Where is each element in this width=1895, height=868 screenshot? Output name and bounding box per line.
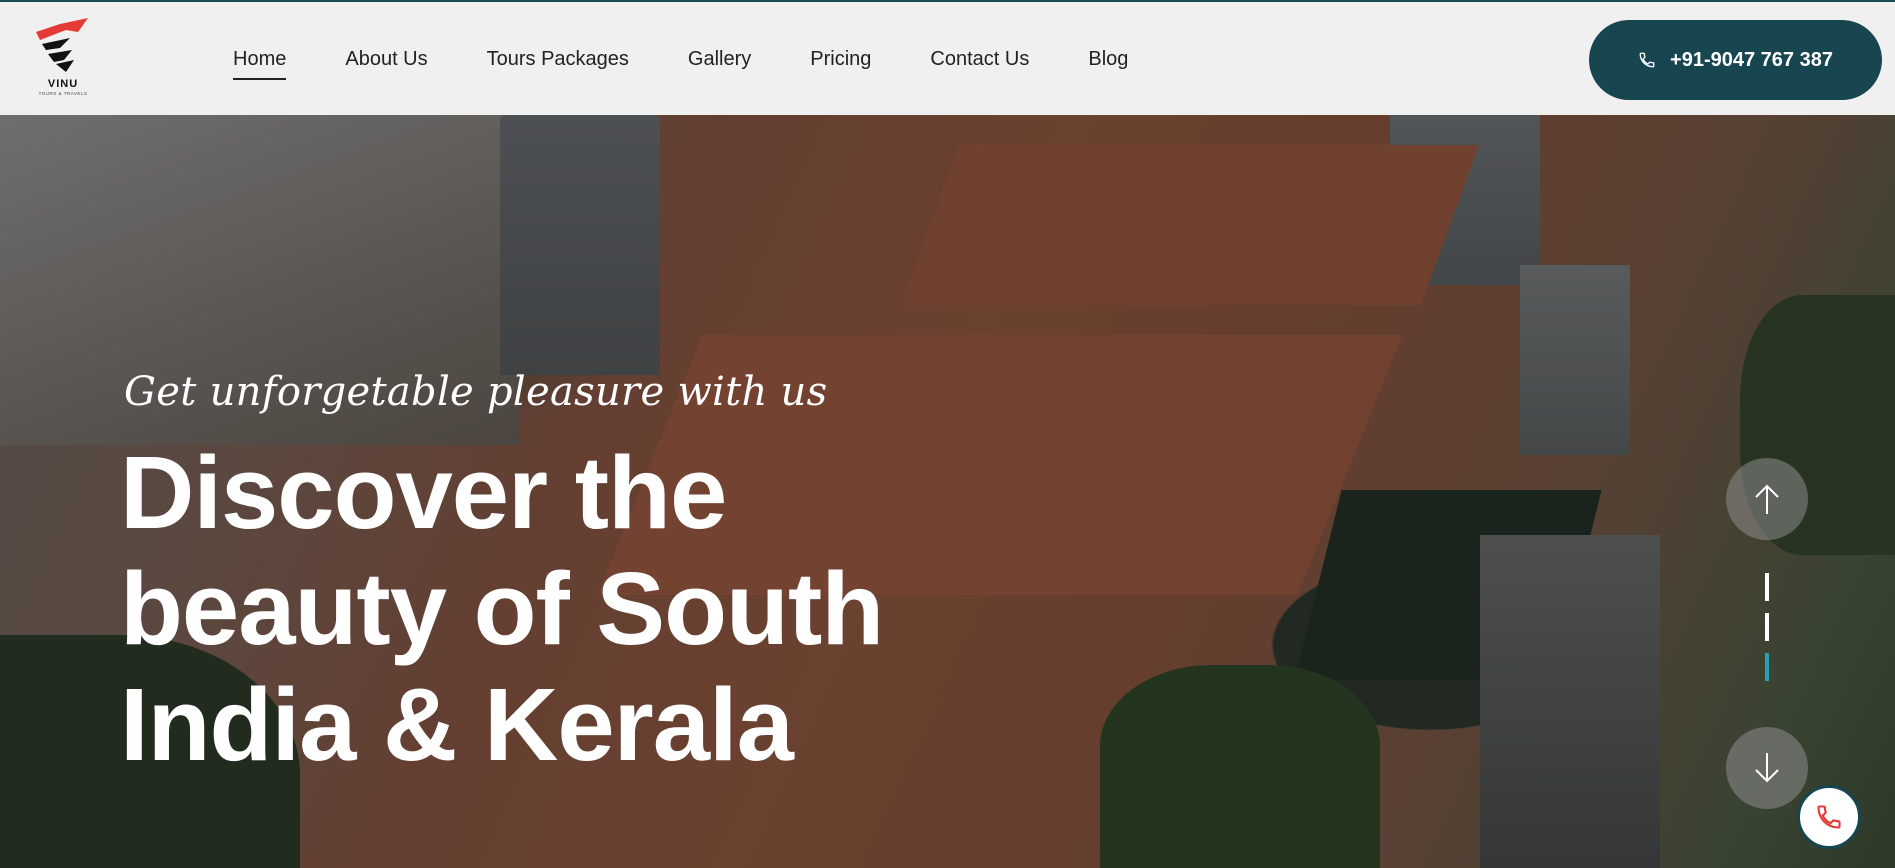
nav-item-gallery[interactable]: Gallery (688, 38, 751, 81)
hero-section: Get unforgetable pleasure with us Discov… (0, 115, 1895, 868)
nav-item-about-us[interactable]: About Us (345, 38, 427, 81)
phone-button[interactable]: +91-9047 767 387 (1589, 20, 1882, 100)
slide-prev-button[interactable] (1726, 458, 1808, 540)
hero-headline-line: Discover the (120, 435, 727, 550)
slide-indicator[interactable] (1765, 613, 1769, 641)
phone-icon (1639, 52, 1655, 68)
arrow-up-icon (1755, 484, 1779, 514)
arrow-down-icon (1755, 753, 1779, 783)
nav-item-home[interactable]: Home (233, 38, 287, 81)
hero-headline: Discover the beauty of South India & Ker… (120, 435, 1020, 783)
site-header: VINU TOURS & TRAVELS Home About Us Tours… (0, 0, 1895, 115)
nav-item-tours-packages[interactable]: Tours Packages (487, 38, 629, 81)
hero-tagline: Get unforgetable pleasure with us (124, 369, 828, 415)
brand-logo[interactable]: VINU TOURS & TRAVELS (30, 16, 96, 102)
nav-item-blog[interactable]: Blog (1088, 38, 1128, 81)
slide-indicator-active[interactable] (1765, 653, 1769, 681)
nav-item-pricing[interactable]: Pricing (810, 38, 871, 81)
main-nav: Home About Us Tours Packages Gallery Pri… (233, 2, 1187, 117)
nav-item-contact-us[interactable]: Contact Us (930, 38, 1029, 81)
brand-name: VINU (47, 78, 79, 90)
slide-indicators (1765, 573, 1769, 693)
hero-headline-line: beauty of South (120, 551, 884, 666)
slide-indicator[interactable] (1765, 573, 1769, 601)
hero-headline-line: India & Kerala (120, 667, 794, 782)
floating-call-button[interactable] (1797, 785, 1861, 849)
brand-tagline: TOURS & TRAVELS (38, 91, 88, 96)
logo-icon (36, 18, 88, 72)
phone-icon (1817, 805, 1841, 829)
phone-number: +91-9047 767 387 (1670, 48, 1833, 71)
slide-next-button[interactable] (1726, 727, 1808, 809)
